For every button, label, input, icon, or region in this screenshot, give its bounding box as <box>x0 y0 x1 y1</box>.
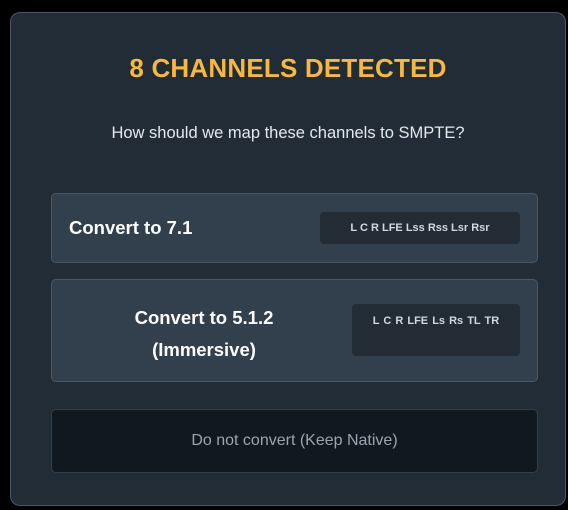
convert-7-1-label: Convert to 7.1 <box>69 217 193 238</box>
convert-7-1-button[interactable]: Convert to 7.1 L C R LFE Lss Rss Lsr Rsr <box>51 193 538 263</box>
convert-5-1-2-button[interactable]: Convert to 5.1.2 (Immersive) L C R LFE L… <box>51 279 538 382</box>
convert-5-1-2-label: Convert to 5.1.2 (Immersive) <box>134 307 274 360</box>
keep-native-button[interactable]: Do not convert (Keep Native) <box>51 409 538 473</box>
dialog-prompt: How should we map these channels to SMPT… <box>111 124 465 142</box>
channel-layout-7-1-badge: L C R LFE Lss Rss Lsr Rsr <box>320 212 520 244</box>
dialog-title: 8 CHANNELS DETECTED <box>129 53 447 83</box>
channel-mapping-dialog: 8 CHANNELS DETECTED How should we map th… <box>10 12 566 506</box>
channel-layout-5-1-2-badge: L C R LFE Ls Rs TL TR <box>352 304 520 356</box>
